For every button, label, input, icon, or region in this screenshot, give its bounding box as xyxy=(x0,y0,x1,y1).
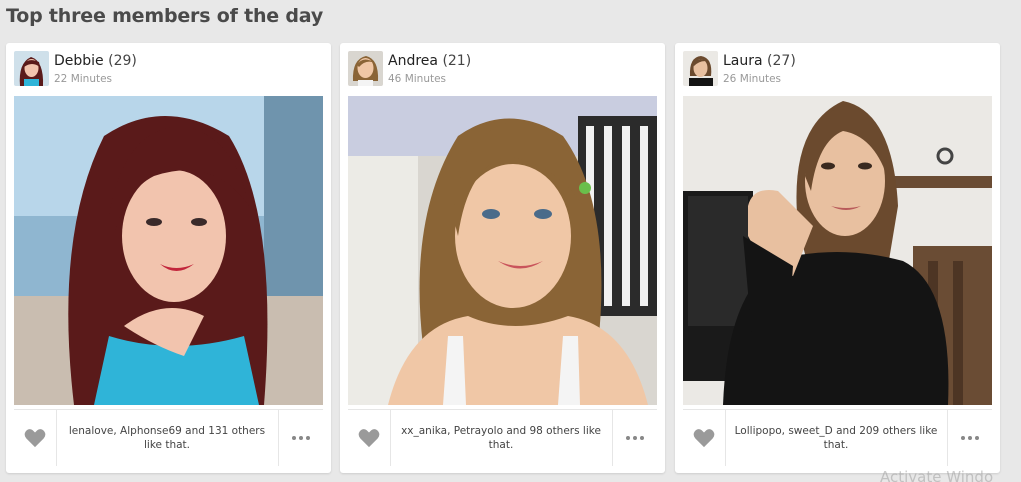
avatar[interactable] xyxy=(14,51,49,86)
likes-text: lenalove, Alphonse69 and 131 others like… xyxy=(68,425,266,451)
more-options-button[interactable] xyxy=(279,410,323,466)
card-footer: lenalove, Alphonse69 and 131 others like… xyxy=(14,409,323,466)
heart-icon xyxy=(358,429,380,448)
member-age: (27) xyxy=(767,53,796,69)
member-name-line[interactable]: Andrea (21) xyxy=(388,53,471,69)
like-button[interactable] xyxy=(683,410,725,466)
online-time: 22 Minutes xyxy=(54,73,113,85)
online-time: 26 Minutes xyxy=(723,73,782,85)
member-name[interactable]: Debbie xyxy=(54,53,104,69)
member-name[interactable]: Andrea xyxy=(388,53,438,69)
section-title: Top three members of the day xyxy=(6,5,324,27)
like-button[interactable] xyxy=(14,410,56,466)
member-photo[interactable] xyxy=(14,96,323,405)
page: Top three members of the day Debbie (29)… xyxy=(0,0,1021,482)
member-card: Andrea (21) 46 Minutes xx_anika, Petrayo… xyxy=(340,43,665,473)
more-options-button[interactable] xyxy=(948,410,992,466)
footer-divider xyxy=(390,410,391,466)
activation-watermark: Activate Windo xyxy=(880,468,994,482)
member-photo[interactable] xyxy=(683,96,992,405)
card-header: Andrea (21) 46 Minutes xyxy=(348,51,657,87)
more-options-button[interactable] xyxy=(613,410,657,466)
card-header: Laura (27) 26 Minutes xyxy=(683,51,992,87)
member-name-line[interactable]: Debbie (29) xyxy=(54,53,137,69)
more-dots-icon xyxy=(292,436,310,440)
likes-text: Lollipopo, sweet_D and 209 others like t… xyxy=(734,425,938,451)
member-card: Debbie (29) 22 Minutes lenalove, Alphons… xyxy=(6,43,331,473)
more-dots-icon xyxy=(626,436,644,440)
avatar[interactable] xyxy=(683,51,718,86)
heart-icon xyxy=(693,429,715,448)
member-card: Laura (27) 26 Minutes Lollipopo, sweet_D… xyxy=(675,43,1000,473)
card-footer: Lollipopo, sweet_D and 209 others like t… xyxy=(683,409,992,466)
likes-text: xx_anika, Petrayolo and 98 others like t… xyxy=(401,425,601,451)
member-name-line[interactable]: Laura (27) xyxy=(723,53,796,69)
card-footer: xx_anika, Petrayolo and 98 others like t… xyxy=(348,409,657,466)
member-name[interactable]: Laura xyxy=(723,53,763,69)
like-button[interactable] xyxy=(348,410,390,466)
more-dots-icon xyxy=(961,436,979,440)
card-header: Debbie (29) 22 Minutes xyxy=(14,51,323,87)
member-age: (21) xyxy=(442,53,472,69)
avatar[interactable] xyxy=(348,51,383,86)
heart-icon xyxy=(24,429,46,448)
member-age: (29) xyxy=(108,53,137,69)
member-photo[interactable] xyxy=(348,96,657,405)
footer-divider xyxy=(725,410,726,466)
footer-divider xyxy=(56,410,57,466)
online-time: 46 Minutes xyxy=(388,73,447,85)
